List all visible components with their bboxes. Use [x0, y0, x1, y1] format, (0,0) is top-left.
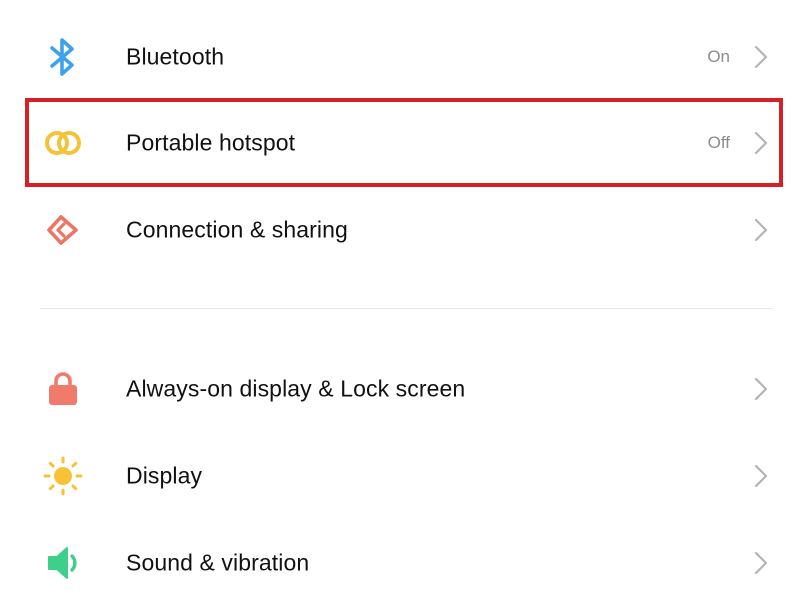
settings-item-label: Always-on display & Lock screen [126, 375, 466, 402]
settings-item-label: Portable hotspot [126, 129, 296, 156]
settings-item-label: Bluetooth [126, 43, 225, 70]
settings-item-connection-sharing[interactable]: Connection & sharing [0, 187, 800, 273]
chevron-right-icon [754, 464, 768, 488]
speaker-icon [40, 540, 86, 586]
settings-item-label: Connection & sharing [126, 216, 348, 243]
chevron-right-icon [754, 218, 768, 242]
section-divider [40, 308, 772, 309]
status-text: Off [707, 133, 730, 152]
settings-item-always-on-display-lock-screen[interactable]: Always-on display & Lock screen [0, 346, 800, 432]
chevron-right-icon [754, 551, 768, 575]
chevron-right-icon [754, 377, 768, 401]
settings-item-portable-hotspot[interactable]: Portable hotspot Off [0, 100, 800, 186]
connection-sharing-icon [40, 207, 86, 253]
chevron-right-icon [754, 131, 768, 155]
settings-item-bluetooth[interactable]: Bluetooth On [0, 14, 800, 100]
settings-item-sound-vibration[interactable]: Sound & vibration [0, 520, 800, 600]
sun-icon [40, 453, 86, 499]
hotspot-icon [40, 120, 86, 166]
settings-screen: Bluetooth On Portable hotspot Off Connec… [0, 0, 800, 600]
settings-item-display[interactable]: Display [0, 433, 800, 519]
lock-icon [40, 366, 86, 412]
settings-item-label: Display [126, 462, 203, 489]
settings-item-label: Sound & vibration [126, 549, 310, 576]
status-text: On [707, 47, 730, 66]
bluetooth-icon [40, 34, 86, 80]
chevron-right-icon [754, 45, 768, 69]
